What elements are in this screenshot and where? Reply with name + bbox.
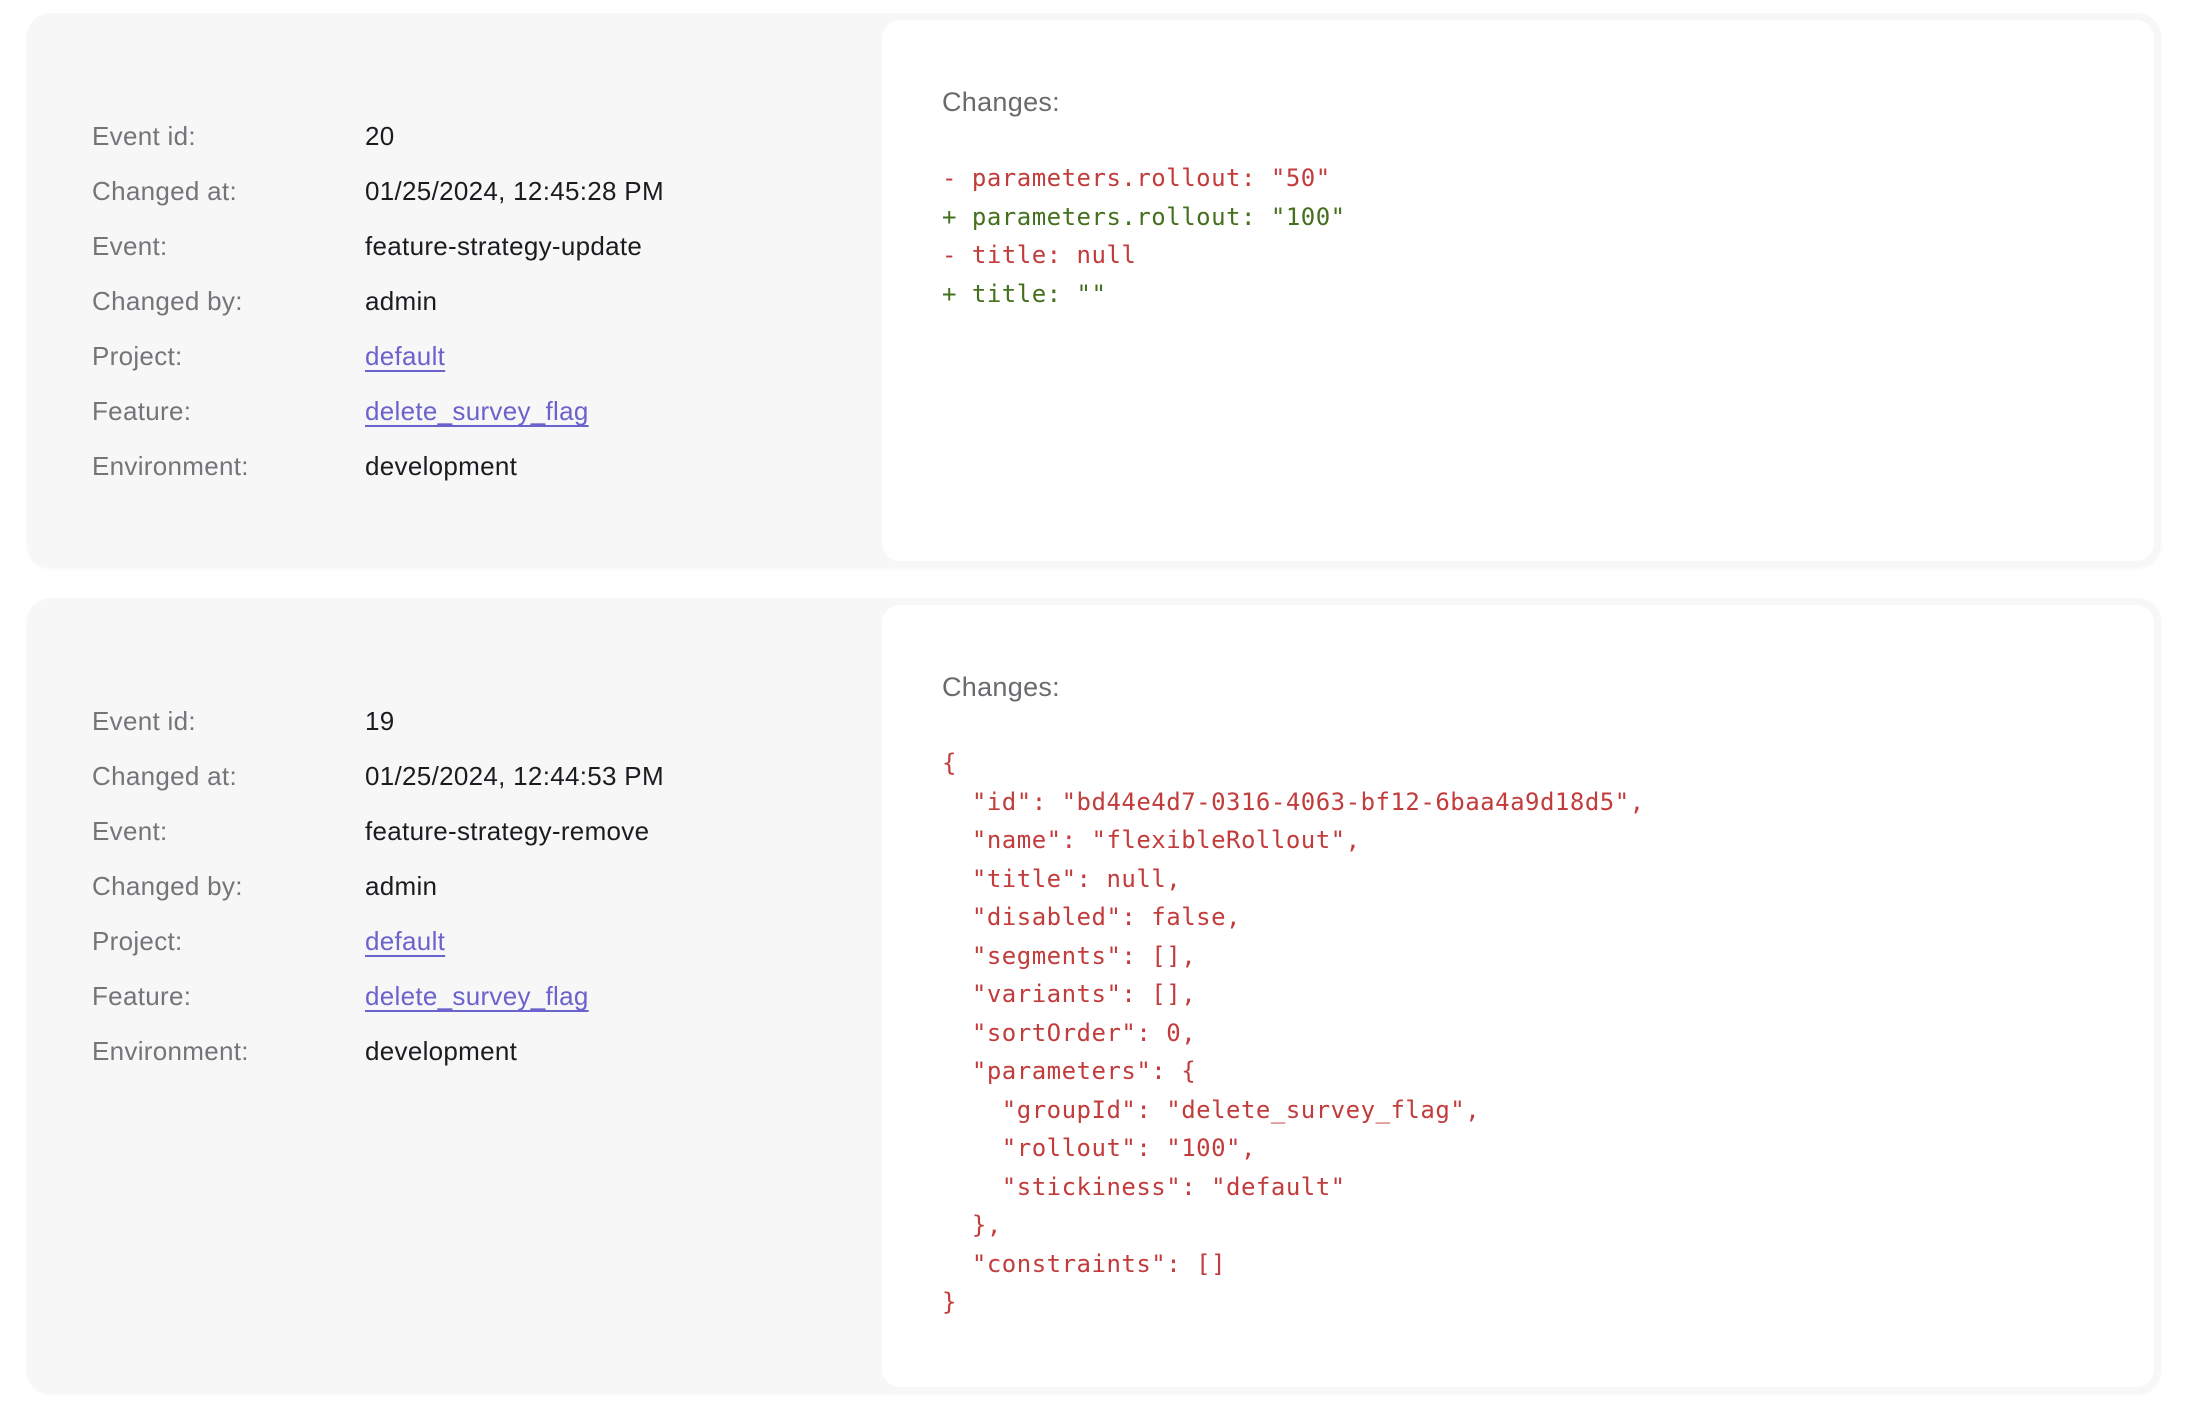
detail-value: 19	[365, 708, 395, 734]
detail-label: Project:	[92, 928, 365, 954]
code-line-removed: - title: null	[942, 236, 2094, 275]
detail-value: development	[365, 1038, 517, 1064]
detail-row: Environment:development	[92, 453, 842, 479]
code-line-removed: "constraints": []	[942, 1245, 2094, 1284]
detail-value-link[interactable]: delete_survey_flag	[365, 983, 589, 1009]
code-line-removed: "disabled": false,	[942, 898, 2094, 937]
event-details-panel: Event id:20 Changed at:01/25/2024, 12:45:…	[34, 20, 882, 561]
detail-row: Changed at:01/25/2024, 12:45:28 PM	[92, 178, 842, 204]
detail-label: Changed at:	[92, 178, 365, 204]
changes-panel: Changes: { "id": "bd44e4d7-0316-4063-bf1…	[882, 605, 2154, 1387]
code-line-removed: - parameters.rollout: "50"	[942, 159, 2094, 198]
detail-label: Event id:	[92, 708, 365, 734]
detail-label: Event:	[92, 818, 365, 844]
changes-panel: Changes: - parameters.rollout: "50"+ par…	[882, 20, 2154, 561]
code-line-removed: "variants": [],	[942, 975, 2094, 1014]
detail-row: Feature:delete_survey_flag	[92, 983, 842, 1009]
detail-value: admin	[365, 288, 437, 314]
code-line-removed: "rollout": "100",	[942, 1129, 2094, 1168]
detail-label: Event:	[92, 233, 365, 259]
code-line-removed: "sortOrder": 0,	[942, 1014, 2094, 1053]
detail-row: Event id:19	[92, 708, 842, 734]
code-line-removed: "id": "bd44e4d7-0316-4063-bf12-6baa4a9d1…	[942, 783, 2094, 822]
detail-label: Changed by:	[92, 873, 365, 899]
detail-value-link[interactable]: delete_survey_flag	[365, 398, 589, 424]
event-log: Event id:20Changed at:01/25/2024, 12:45:…	[0, 0, 2188, 1394]
detail-label: Environment:	[92, 1038, 365, 1064]
detail-value: admin	[365, 873, 437, 899]
code-line-removed: "title": null,	[942, 860, 2094, 899]
changes-code: - parameters.rollout: "50"+ parameters.r…	[942, 159, 2094, 313]
code-line-removed: "name": "flexibleRollout",	[942, 821, 2094, 860]
code-line-removed: "parameters": {	[942, 1052, 2094, 1091]
changes-code: { "id": "bd44e4d7-0316-4063-bf12-6baa4a9…	[942, 744, 2094, 1322]
detail-label: Changed by:	[92, 288, 365, 314]
code-line-removed: },	[942, 1206, 2094, 1245]
code-line-removed: "groupId": "delete_survey_flag",	[942, 1091, 2094, 1130]
detail-value: 20	[365, 123, 395, 149]
changes-heading: Changes:	[942, 88, 2094, 116]
detail-row: Changed by:admin	[92, 288, 842, 314]
event-card: Event id:19 Changed at:01/25/2024, 12:44:…	[27, 598, 2161, 1394]
detail-row: Changed by:admin	[92, 873, 842, 899]
detail-label: Feature:	[92, 398, 365, 424]
detail-label: Feature:	[92, 983, 365, 1009]
code-line-added: + title: ""	[942, 275, 2094, 314]
detail-row: Event:feature-strategy-remove	[92, 818, 842, 844]
detail-value: feature-strategy-remove	[365, 818, 649, 844]
detail-value: development	[365, 453, 517, 479]
detail-value: feature-strategy-update	[365, 233, 642, 259]
code-line-removed: "segments": [],	[942, 937, 2094, 976]
detail-row: Project:default	[92, 343, 842, 369]
detail-row: Project:default	[92, 928, 842, 954]
code-line-added: + parameters.rollout: "100"	[942, 198, 2094, 237]
event-card: Event id:20 Changed at:01/25/2024, 12:45:…	[27, 13, 2161, 568]
event-details-panel: Event id:19 Changed at:01/25/2024, 12:44:…	[34, 605, 882, 1387]
detail-value-link[interactable]: default	[365, 928, 445, 954]
detail-row: Changed at:01/25/2024, 12:44:53 PM	[92, 763, 842, 789]
detail-value: 01/25/2024, 12:44:53 PM	[365, 763, 664, 789]
detail-label: Changed at:	[92, 763, 365, 789]
code-line-removed: }	[942, 1283, 2094, 1322]
detail-label: Environment:	[92, 453, 365, 479]
detail-value-link[interactable]: default	[365, 343, 445, 369]
detail-row: Event:feature-strategy-update	[92, 233, 842, 259]
detail-row: Event id:20	[92, 123, 842, 149]
code-line-removed: {	[942, 744, 2094, 783]
detail-row: Feature:delete_survey_flag	[92, 398, 842, 424]
code-line-removed: "stickiness": "default"	[942, 1168, 2094, 1207]
detail-label: Event id:	[92, 123, 365, 149]
detail-value: 01/25/2024, 12:45:28 PM	[365, 178, 664, 204]
detail-label: Project:	[92, 343, 365, 369]
changes-heading: Changes:	[942, 673, 2094, 701]
detail-row: Environment:development	[92, 1038, 842, 1064]
